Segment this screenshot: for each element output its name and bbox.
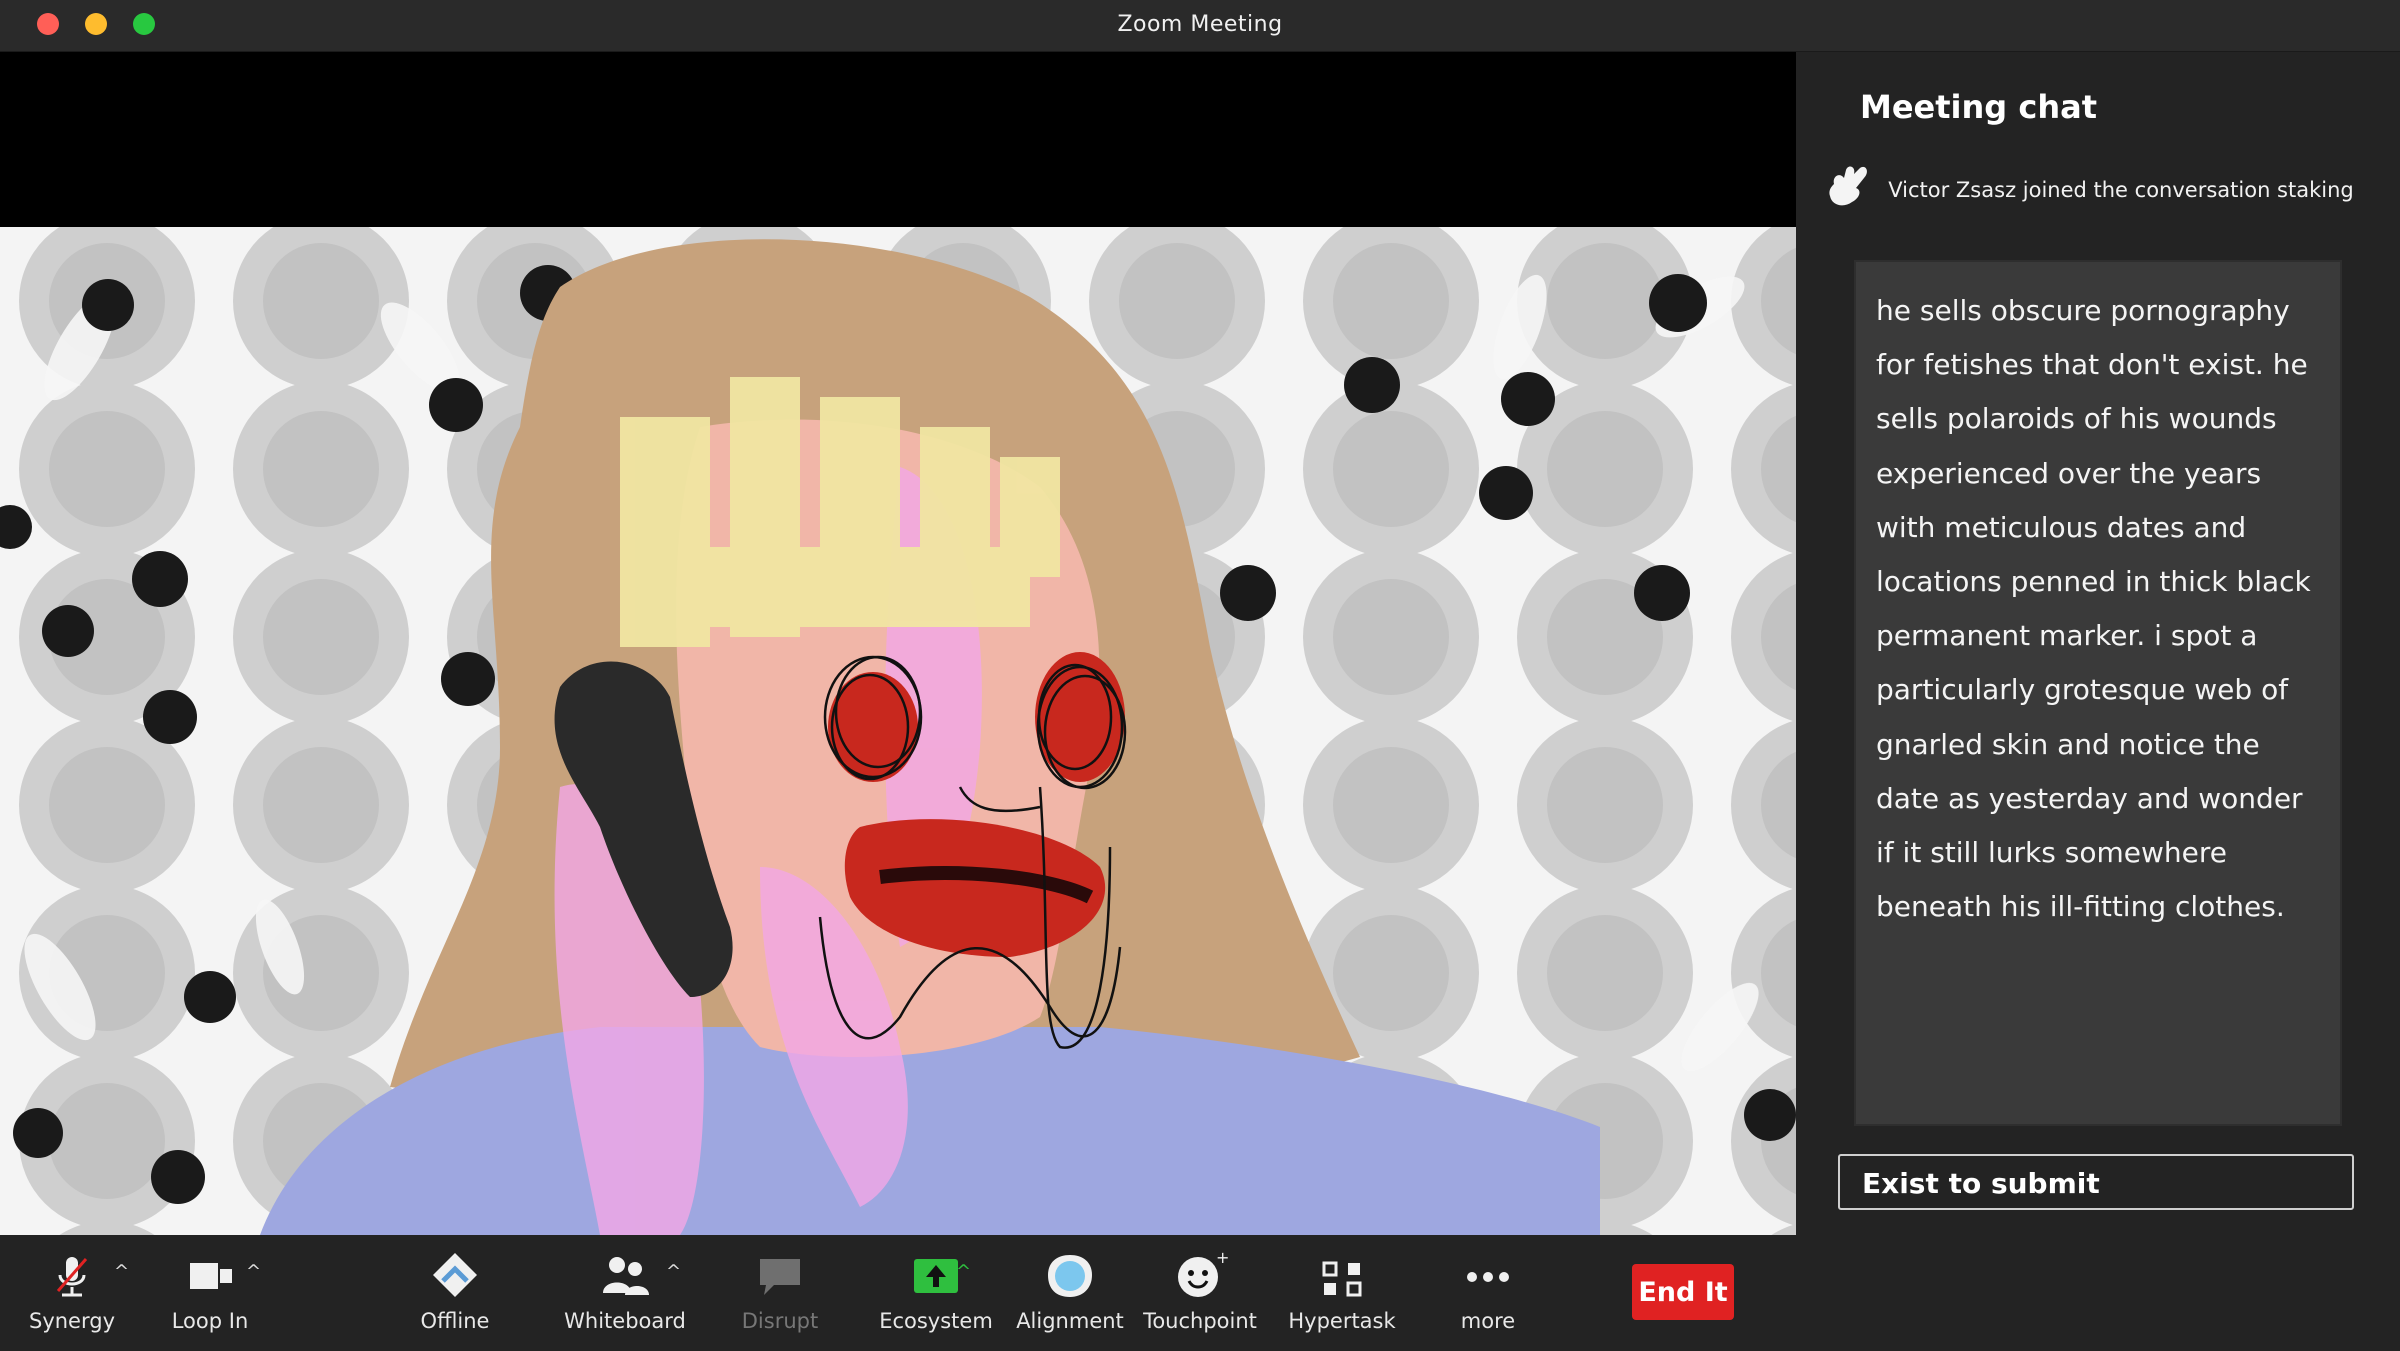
ecosystem-label: Ecosystem <box>879 1309 993 1333</box>
chat-message-text: he sells obscure pornography for fetishe… <box>1876 294 2311 924</box>
join-notice-text: Victor Zsasz joined the conversation sta… <box>1888 178 2354 202</box>
meeting-toolbar: Synergy ^ Loop In ^ Offline Whiteboard ^ <box>0 1235 2400 1351</box>
video-area <box>0 52 1796 1235</box>
share-diamond-icon <box>433 1253 477 1297</box>
loop-in-label: Loop In <box>171 1309 249 1333</box>
ellipsis-icon <box>1467 1272 1509 1282</box>
audio-options-chevron-icon[interactable]: ^ <box>114 1261 129 1282</box>
video-options-chevron-icon[interactable]: ^ <box>246 1261 261 1282</box>
apps-icon <box>1322 1261 1362 1297</box>
more-button[interactable]: more <box>1438 1249 1538 1345</box>
chat-bubble-icon <box>760 1259 800 1295</box>
more-label: more <box>1460 1309 1516 1333</box>
participants-chevron-icon[interactable]: ^ <box>666 1261 681 1282</box>
ecosystem-button[interactable]: Ecosystem <box>876 1249 996 1345</box>
svg-text:+: + <box>1216 1249 1228 1267</box>
participants-icon <box>603 1257 649 1295</box>
touchpoint-button[interactable]: + Touchpoint <box>1140 1249 1260 1345</box>
alignment-label: Alignment <box>1016 1309 1124 1333</box>
chat-input[interactable]: Exist to submit <box>1838 1154 2354 1210</box>
share-options-chevron-icon[interactable]: ^ <box>956 1261 971 1282</box>
hypertask-label: Hypertask <box>1288 1309 1396 1333</box>
microphone-muted-icon <box>56 1257 88 1297</box>
window-title: Zoom Meeting <box>1117 12 1283 37</box>
disrupt-label: Disrupt <box>741 1309 819 1333</box>
offline-button[interactable]: Offline <box>405 1249 505 1345</box>
synergy-button[interactable]: Synergy <box>22 1249 122 1345</box>
join-notice: Victor Zsasz joined the conversation sta… <box>1826 162 2386 242</box>
chat-input-placeholder: Exist to submit <box>1862 1167 2100 1200</box>
painted-portrait-image <box>0 227 1796 1235</box>
chat-message-box: he sells obscure pornography for fetishe… <box>1854 260 2342 1126</box>
touchpoint-label: Touchpoint <box>1143 1309 1257 1333</box>
whiteboard-label: Whiteboard <box>564 1309 686 1333</box>
end-meeting-button[interactable]: End It <box>1632 1264 1734 1320</box>
reactions-smiley-icon: + <box>1178 1249 1228 1297</box>
disrupt-button[interactable]: Disrupt <box>730 1249 830 1345</box>
chat-title: Meeting chat <box>1860 88 2097 126</box>
loop-in-button[interactable]: Loop In <box>160 1249 260 1345</box>
waving-hand-icon <box>1829 166 1867 206</box>
hypertask-button[interactable]: Hypertask <box>1282 1249 1402 1345</box>
participant-video <box>0 227 1796 1235</box>
synergy-label: Synergy <box>28 1309 115 1333</box>
offline-label: Offline <box>420 1309 490 1333</box>
chat-panel: Meeting chat Victor Zsasz joined the con… <box>1796 52 2400 1235</box>
circle-record-icon <box>1048 1255 1092 1297</box>
title-bar: Zoom Meeting <box>0 0 2400 52</box>
video-camera-icon <box>190 1263 232 1289</box>
alignment-button[interactable]: Alignment <box>1010 1249 1130 1345</box>
